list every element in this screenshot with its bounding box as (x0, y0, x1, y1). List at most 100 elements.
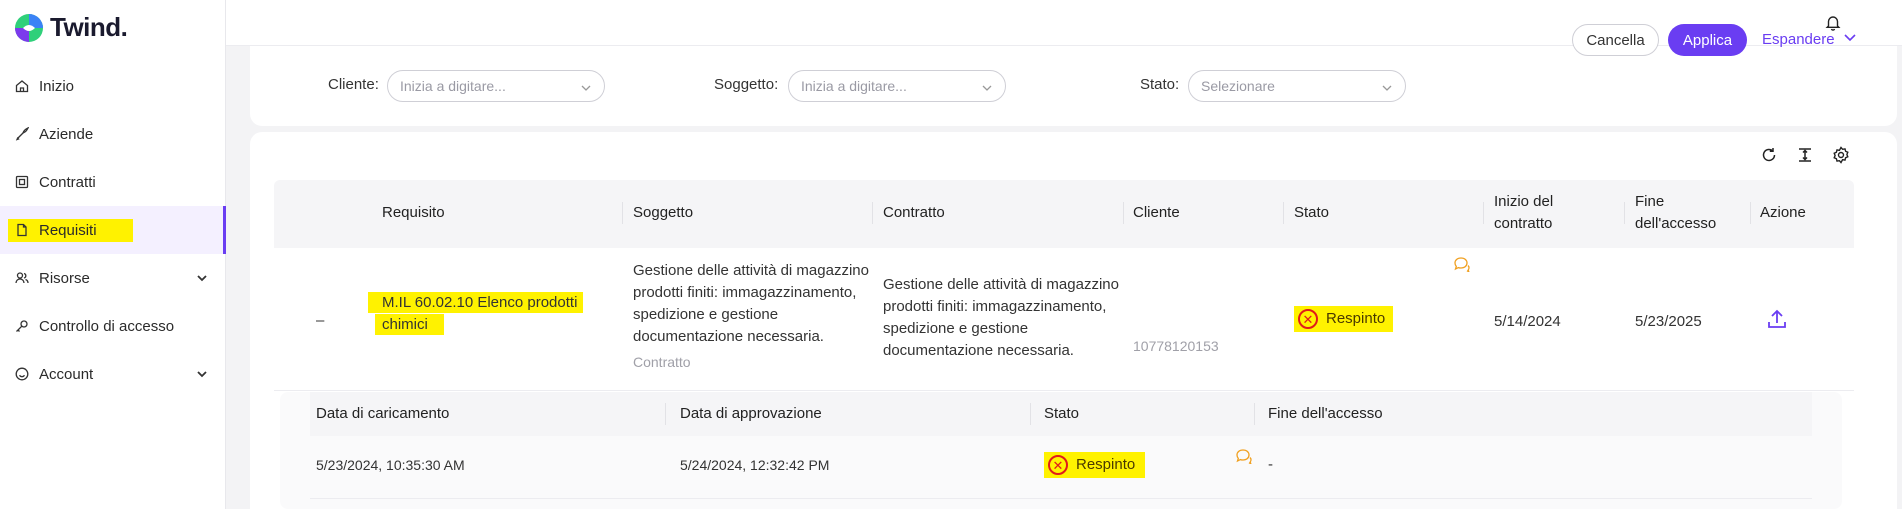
settings-icon[interactable] (1832, 146, 1850, 169)
requisito-cell[interactable]: M.IL 60.02.10 Elenco prodotti chimici (368, 292, 584, 336)
col-data-approvazione[interactable]: Data di approvazione (680, 403, 822, 425)
col-cliente[interactable]: Cliente (1133, 202, 1180, 224)
upload-icon[interactable] (1766, 308, 1788, 337)
col-fine-line2: dell'accesso (1635, 215, 1717, 232)
col-data-caricamento[interactable]: Data di caricamento (316, 403, 449, 425)
row-divider (274, 390, 1854, 391)
col-sub-stato[interactable]: Stato (1044, 403, 1079, 425)
chevron-down-icon (1843, 30, 1857, 48)
soggetto-line: documentazione necessaria. (633, 328, 824, 345)
requisito-line2: chimici (375, 314, 444, 335)
chevron-down-icon[interactable] (196, 271, 208, 288)
smile-icon (14, 366, 30, 382)
col-sub-fine-accesso[interactable]: Fine dell'accesso (1268, 403, 1383, 425)
contract-icon (14, 174, 30, 190)
sidebar: Twind. Inizio Aziende Contratti Requisit… (0, 0, 226, 509)
column-divider (1283, 202, 1284, 224)
sidebar-item-account[interactable]: Account (0, 350, 226, 398)
collapse-row-button[interactable]: – (316, 310, 324, 332)
chevron-down-icon (1381, 81, 1393, 97)
data-approvazione-cell: 5/24/2024, 12:32:42 PM (680, 457, 830, 473)
col-fine-accesso[interactable]: Fine dell'accesso (1635, 191, 1716, 235)
sidebar-item-label: Inizio (39, 77, 75, 95)
sidebar-item-aziende[interactable]: Aziende (0, 110, 226, 158)
col-stato[interactable]: Stato (1294, 202, 1329, 224)
column-divider (1254, 403, 1255, 425)
col-inizio-line1: Inizio del (1494, 193, 1554, 210)
column-divider (665, 403, 666, 425)
twind-logo-icon (14, 13, 44, 43)
expand-label: Espandere (1762, 30, 1835, 48)
contratto-line: spedizione e gestione (883, 320, 1029, 337)
table-header (274, 180, 1854, 248)
col-contratto[interactable]: Contratto (883, 202, 945, 224)
sidebar-nav: Inizio Aziende Contratti Requisiti Risor… (0, 62, 226, 398)
soggetto-select[interactable]: Inizia a digitare... (788, 70, 1006, 102)
inizio-cell: 5/14/2024 (1494, 313, 1561, 330)
stato-select[interactable]: Selezionare (1188, 70, 1406, 102)
column-divider (872, 202, 873, 224)
sub-fine-accesso-cell: - (1268, 456, 1273, 473)
status-badge: ✕ Respinto (1294, 306, 1394, 332)
cliente-label: Cliente: (328, 76, 379, 93)
soggetto-line: spedizione e gestione (633, 306, 779, 323)
column-divider (1123, 202, 1124, 224)
stato-label: Stato: (1140, 76, 1180, 93)
col-requisito[interactable]: Requisito (382, 202, 445, 224)
users-icon (14, 270, 30, 286)
cliente-placeholder: Inizia a digitare... (400, 78, 506, 94)
soggetto-cell: Gestione delle attività di magazzino pro… (633, 260, 869, 373)
status-text: Respinto (1326, 310, 1386, 327)
home-icon (14, 78, 30, 94)
comment-icon[interactable] (1453, 256, 1471, 279)
status-text: Respinto (1076, 456, 1136, 473)
key-icon (14, 318, 30, 334)
sidebar-item-controllo-accesso[interactable]: Controllo di accesso (0, 302, 226, 350)
col-soggetto[interactable]: Soggetto (633, 202, 693, 224)
soggetto-placeholder: Inizia a digitare... (801, 78, 907, 94)
column-height-icon[interactable] (1796, 146, 1814, 169)
brand-logo[interactable]: Twind. (14, 12, 128, 43)
document-icon (14, 222, 30, 238)
rejected-icon: ✕ (1298, 309, 1318, 329)
status-badge: ✕ Respinto (1044, 452, 1146, 478)
stato-placeholder: Selezionare (1201, 78, 1275, 94)
chevron-down-icon[interactable] (196, 367, 208, 384)
sidebar-item-risorse[interactable]: Risorse (0, 254, 226, 302)
column-divider (622, 202, 623, 224)
contratto-line: prodotti finiti: immagazzinamento, (883, 298, 1107, 315)
sidebar-item-contratti[interactable]: Contratti (0, 158, 226, 206)
stato-cell: ✕ Respinto (1294, 306, 1394, 332)
rocket-icon (14, 126, 30, 142)
requisito-line1: M.IL 60.02.10 Elenco prodotti (368, 292, 584, 313)
sidebar-item-requisiti[interactable]: Requisiti (0, 206, 226, 254)
cliente-select[interactable]: Inizia a digitare... (387, 70, 605, 102)
soggetto-line: Gestione delle attività di magazzino (633, 262, 869, 279)
sidebar-item-label: Aziende (39, 125, 94, 143)
soggetto-line: prodotti finiti: immagazzinamento, (633, 284, 857, 301)
column-divider (1624, 202, 1625, 224)
expand-filters-button[interactable]: Espandere (1762, 30, 1857, 48)
chevron-down-icon (580, 81, 592, 97)
col-inizio-line2: contratto (1494, 215, 1553, 232)
requirements-panel: Requisito Soggetto Contratto Cliente Sta… (250, 132, 1897, 509)
col-inizio-contratto[interactable]: Inizio del contratto (1494, 191, 1553, 235)
cliente-cell: 10778120153 (1133, 338, 1219, 354)
sidebar-item-inizio[interactable]: Inizio (0, 62, 226, 110)
row-divider (310, 498, 1812, 499)
brand-name: Twind. (50, 12, 128, 42)
comment-icon[interactable] (1235, 448, 1253, 471)
soggetto-label: Soggetto: (714, 76, 779, 93)
apply-button[interactable]: Applica (1668, 24, 1747, 56)
chevron-down-icon (981, 81, 993, 97)
soggetto-type: Contratto (633, 354, 691, 370)
history-subtable: Data di caricamento Data di approvazione… (280, 392, 1842, 509)
cancel-button[interactable]: Cancella (1572, 24, 1659, 56)
column-divider (1483, 202, 1484, 224)
filter-panel: Cliente: Inizia a digitare... Soggetto: … (250, 46, 1897, 126)
sidebar-item-label: Account (39, 365, 94, 383)
contratto-line: Gestione delle attività di magazzino (883, 276, 1119, 293)
sidebar-item-label: Requisiti (39, 221, 97, 239)
refresh-icon[interactable] (1760, 146, 1778, 169)
col-fine-line1: Fine (1635, 193, 1665, 210)
